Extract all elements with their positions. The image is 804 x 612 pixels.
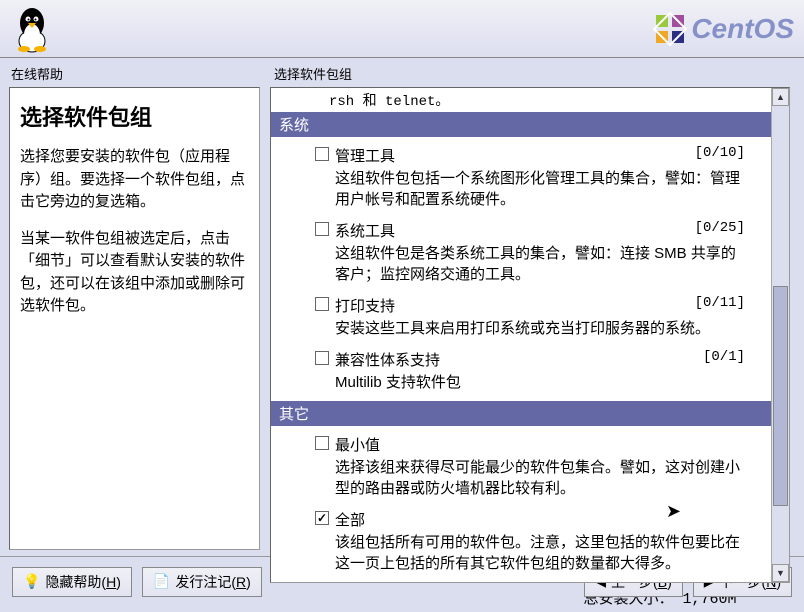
- checkbox[interactable]: [315, 351, 329, 365]
- release-notes-button[interactable]: 📄 发行注记(R): [142, 567, 262, 597]
- bulb-icon: 💡: [23, 573, 40, 590]
- package-label[interactable]: 管理工具: [335, 145, 687, 166]
- category-header-system: 系统: [271, 112, 771, 137]
- scroll-track[interactable]: [772, 106, 789, 564]
- checkbox[interactable]: [315, 222, 329, 236]
- brand-text: CentOS: [691, 13, 794, 45]
- package-count: [0/25]: [695, 220, 745, 236]
- package-list[interactable]: rsh 和 telnet。 系统 管理工具 [0/10] 这组软件包包括一个系统…: [271, 88, 771, 582]
- checkbox[interactable]: [315, 436, 329, 450]
- checkbox[interactable]: ✓: [315, 511, 329, 525]
- package-count: [0/10]: [695, 145, 745, 161]
- package-desc: Multilib 支持软件包: [271, 370, 771, 401]
- package-desc: 该组包括所有可用的软件包。注意，这里包括的软件包要比在这一页上包括的所有其它软件…: [271, 530, 771, 582]
- package-count: [0/1]: [703, 349, 745, 365]
- package-label[interactable]: 兼容性体系支持: [335, 349, 695, 370]
- tux-icon: [10, 5, 54, 53]
- help-panel: 选择软件包组 选择您要安装的软件包（应用程序）组。要选择一个软件包组，点击它旁边…: [9, 87, 260, 550]
- package-desc: 安装这些工具来启用打印系统或充当打印服务器的系统。: [271, 316, 771, 347]
- scrollbar[interactable]: ▲ ▼: [771, 88, 789, 582]
- help-heading: 选择软件包组: [20, 100, 249, 132]
- hide-help-button[interactable]: 💡 隐藏帮助(H): [12, 567, 132, 597]
- truncated-desc: rsh 和 telnet。: [271, 90, 771, 112]
- package-label[interactable]: 系统工具: [335, 220, 687, 241]
- package-desc: 选择该组来获得尽可能最少的软件包集合。譬如，这对创建小型的路由器或防火墙机器比较…: [271, 455, 771, 507]
- category-header-other: 其它: [271, 401, 771, 426]
- notes-icon: 📄: [153, 573, 170, 590]
- cursor-icon: ➤: [666, 501, 681, 522]
- help-paragraph: 选择您要安装的软件包（应用程序）组。要选择一个软件包组，点击它旁边的复选箱。: [20, 146, 249, 214]
- package-desc: 这组软件包包括一个系统图形化管理工具的集合，譬如：管理用户帐号和配置系统硬件。: [271, 166, 771, 218]
- package-panel-title: 选择软件包组: [270, 64, 790, 83]
- scroll-down-icon[interactable]: ▼: [772, 564, 789, 582]
- package-count: [0/11]: [695, 295, 745, 311]
- scroll-thumb[interactable]: [773, 286, 788, 506]
- package-label[interactable]: 全部: [335, 509, 745, 530]
- help-paragraph: 当某一软件包组被选定后，点击「细节」可以查看默认安装的软件包，还可以在该组中添加…: [20, 228, 249, 318]
- checkbox[interactable]: [315, 297, 329, 311]
- scroll-up-icon[interactable]: ▲: [772, 88, 789, 106]
- centos-logo-icon: [653, 12, 687, 46]
- package-label[interactable]: 打印支持: [335, 295, 687, 316]
- package-label[interactable]: 最小值: [335, 434, 745, 455]
- help-panel-title: 在线帮助: [9, 64, 260, 83]
- checkbox[interactable]: [315, 147, 329, 161]
- package-desc: 这组软件包是各类系统工具的集合，譬如：连接 SMB 共享的客户；监控网络交通的工…: [271, 241, 771, 293]
